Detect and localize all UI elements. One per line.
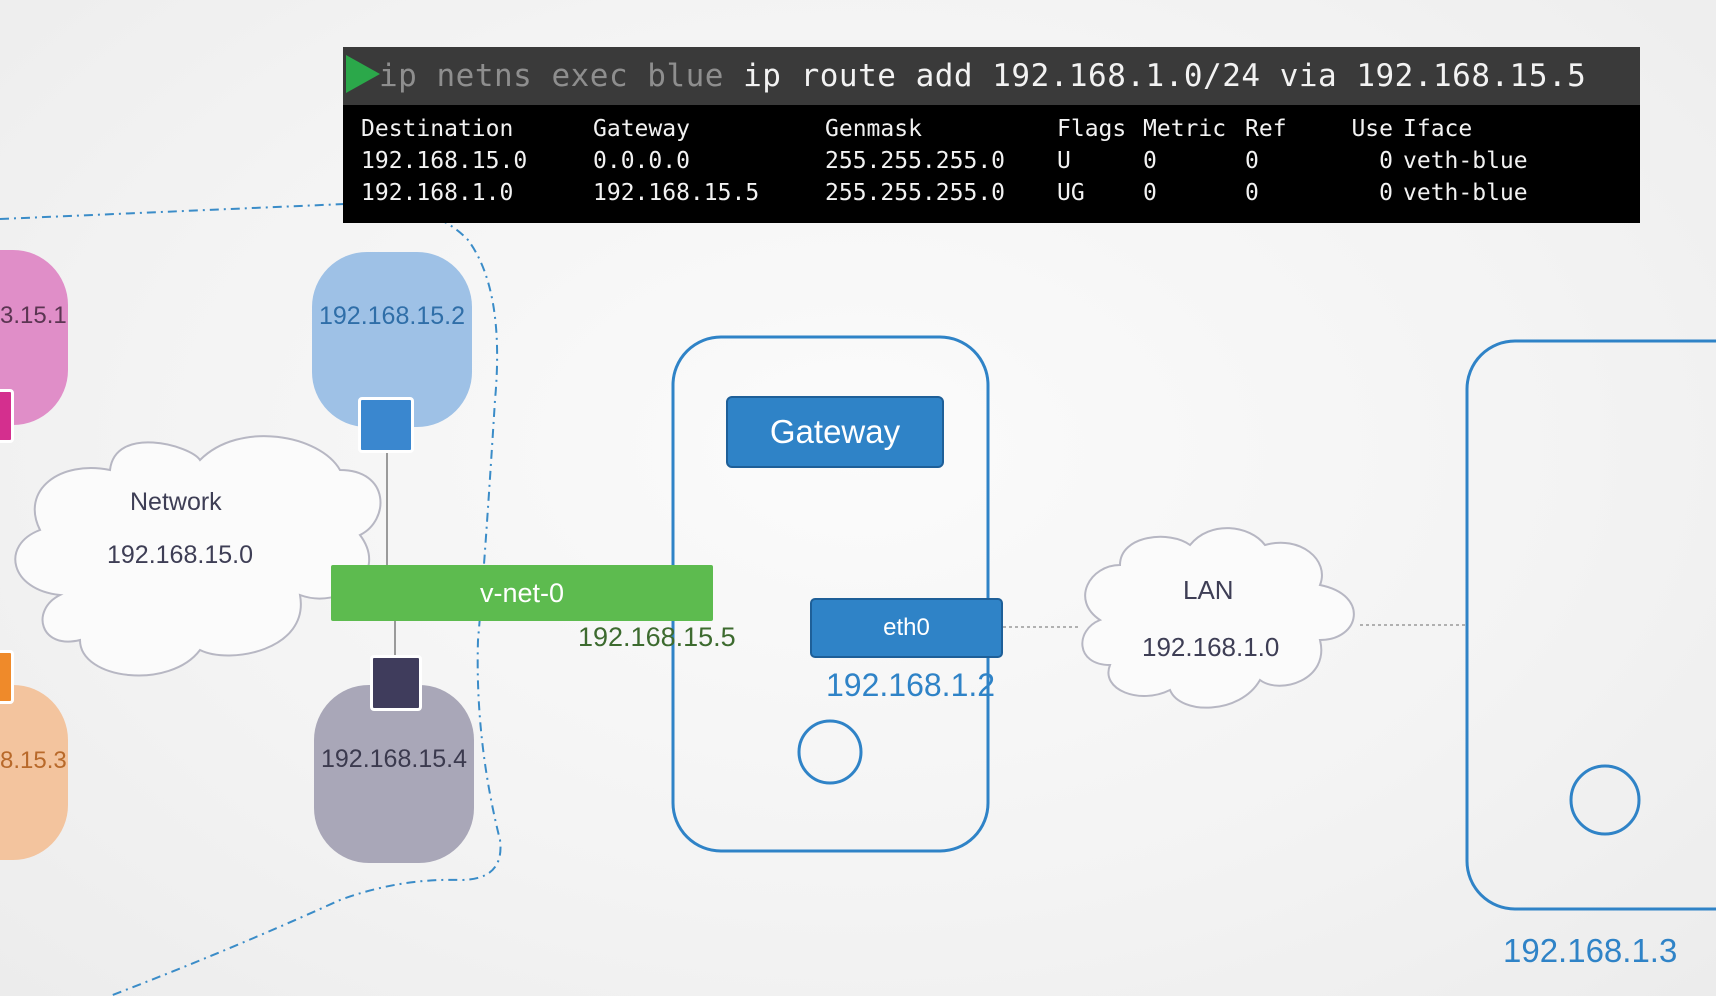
route-table-header: Destination Gateway Genmask Flags Metric…: [361, 113, 1631, 145]
namespace-orange-ip: 8.15.3: [0, 747, 67, 774]
namespace-grey-port: [370, 655, 422, 711]
namespace-blue-ip: 192.168.15.2: [319, 302, 465, 330]
cell: veth-blue: [1403, 148, 1528, 174]
cell: 0: [1245, 148, 1259, 174]
col-header: Destination: [361, 116, 514, 142]
gateway-host-circle: [797, 719, 863, 785]
namespace-blue-port: [358, 397, 414, 453]
cell: 0: [1379, 180, 1393, 206]
eth0-interface: eth0: [810, 598, 1003, 658]
col-header: Ref: [1245, 116, 1287, 142]
col-header: Genmask: [825, 116, 922, 142]
col-header: Iface: [1403, 116, 1473, 142]
play-prompt-icon: [346, 55, 380, 93]
col-header: Metric: [1143, 116, 1227, 142]
gateway-eth0-ip: 192.168.1.2: [826, 667, 996, 703]
cell: 0: [1245, 180, 1259, 206]
route-table: Destination Gateway Genmask Flags Metric…: [361, 113, 1631, 209]
route-table-row: 192.168.15.0 0.0.0.0 255.255.255.0 U 0 0…: [361, 145, 1631, 177]
remote-host-box: [1465, 339, 1716, 911]
namespace-orange: 8.15.3: [0, 685, 68, 860]
cell: 0: [1143, 148, 1157, 174]
command-prefix: ip netns exec blue: [379, 58, 744, 94]
remote-host-circle: [1569, 764, 1641, 836]
cell: 0.0.0.0: [593, 148, 690, 174]
lan-cloud-shape: [1081, 527, 1355, 709]
col-header: Use: [1351, 116, 1393, 142]
cell: 192.168.1.0: [361, 180, 514, 206]
terminal-window: ip netns exec blue ip route add 192.168.…: [343, 47, 1640, 223]
network-cloud-subnet: 192.168.15.0: [107, 541, 253, 569]
cell: 255.255.255.0: [825, 180, 1006, 206]
namespace-orange-port: [0, 650, 14, 704]
cell: 255.255.255.0: [825, 148, 1006, 174]
col-header: Gateway: [593, 116, 690, 142]
cell: 192.168.15.5: [593, 180, 760, 206]
cell: UG: [1057, 180, 1085, 206]
terminal-command: ip netns exec blue ip route add 192.168.…: [379, 53, 1586, 99]
cell: U: [1057, 148, 1071, 174]
namespace-pink-port: [0, 389, 14, 443]
route-table-row: 192.168.1.0 192.168.15.5 255.255.255.0 U…: [361, 177, 1631, 209]
bridge-v-net-0: v-net-0: [331, 565, 713, 621]
namespace-grey-ip: 192.168.15.4: [321, 745, 467, 773]
namespace-pink-ip: 3.15.1: [0, 302, 67, 329]
cell: veth-blue: [1403, 180, 1528, 206]
network-cloud-name: Network: [130, 488, 222, 516]
cell: 0: [1143, 180, 1157, 206]
lan-cloud-name: LAN: [1183, 575, 1234, 605]
terminal-command-bar: ip netns exec blue ip route add 192.168.…: [343, 47, 1640, 105]
namespace-grey: 192.168.15.4: [314, 685, 474, 863]
cell: 0: [1379, 148, 1393, 174]
bridge-ip: 192.168.15.5: [578, 622, 736, 652]
cell: 192.168.15.0: [361, 148, 528, 174]
command-text: ip route add 192.168.1.0/24 via 192.168.…: [743, 58, 1587, 94]
col-header: Flags: [1057, 116, 1127, 142]
remote-host-ip: 192.168.1.3: [1503, 932, 1678, 969]
lan-cloud-subnet: 192.168.1.0: [1142, 632, 1280, 662]
gateway-label: Gateway: [726, 396, 944, 468]
